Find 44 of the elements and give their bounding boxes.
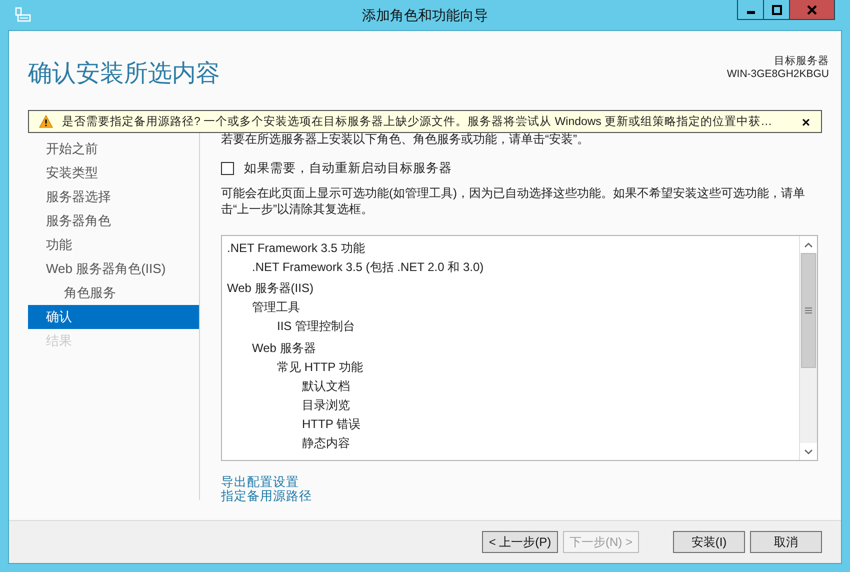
feature-item: 目录浏览 — [302, 397, 350, 414]
feature-item: .NET Framework 3.5 (包括 .NET 2.0 和 3.0) — [252, 259, 484, 276]
scroll-down-icon[interactable] — [804, 448, 813, 454]
nav-item[interactable]: 服务器选择 — [28, 185, 199, 209]
note-text: 可能会在此页面上显示可选功能(如管理工具)，因为已自动选择这些功能。如果不希望安装这些可选功能，请单击“上一步”以清除其复选框。 — [221, 185, 806, 217]
instruction-text: 若要在所选服务器上安装以下角色、角色服务或功能，请单击“安装”。 — [221, 131, 590, 147]
target-server-label: 目标服务器 — [773, 55, 829, 68]
wizard-button[interactable]: 取消 — [750, 531, 822, 553]
feature-item: IIS 管理控制台 — [277, 318, 356, 335]
nav-item[interactable]: Web 服务器角色(IIS) — [28, 257, 199, 281]
feature-item: 静态内容 — [302, 435, 350, 452]
wizard-button[interactable]: 安装(I) — [673, 531, 745, 553]
maximize-icon — [772, 4, 782, 14]
feature-item: 默认文档 — [302, 378, 350, 395]
feature-item: 管理工具 — [252, 299, 300, 316]
close-icon — [806, 4, 818, 14]
minimize-icon — [746, 10, 754, 14]
feature-item: Web 服务器 — [252, 340, 316, 357]
nav-item[interactable]: 服务器角色 — [28, 209, 199, 233]
nav-item[interactable]: 角色服务 — [28, 281, 199, 305]
feature-item: HTTP 错误 — [302, 416, 360, 433]
checkbox[interactable] — [221, 162, 234, 175]
scroll-up-icon[interactable] — [804, 242, 813, 248]
checkbox-label: 如果需要，自动重新启动目标服务器 — [244, 160, 452, 177]
nav-item[interactable]: 安装类型 — [28, 161, 199, 185]
link[interactable]: 导出配置设置 — [221, 475, 299, 489]
wizard-button[interactable]: < 上一步(P) — [482, 531, 558, 553]
scrollbar-thumb[interactable] — [801, 253, 816, 368]
close-button[interactable]: × — [798, 114, 813, 130]
link[interactable]: 指定备用源路径 — [221, 489, 312, 503]
target-server-name: WIN-3GE8GH2KBGU — [726, 68, 829, 81]
minimize-button[interactable] — [737, 0, 764, 20]
feature-item: 常见 HTTP 功能 — [277, 359, 363, 376]
feature-item: .NET Framework 3.5 功能 — [227, 240, 365, 257]
warning-icon — [39, 115, 53, 128]
page-title: 确认安装所选内容 — [28, 59, 220, 89]
nav-item[interactable]: 确认 — [28, 305, 199, 329]
window-title: 添加角色和功能向导 — [362, 7, 488, 25]
close-button[interactable] — [789, 0, 835, 20]
wizard-icon — [15, 7, 31, 23]
nav-item[interactable]: 开始之前 — [28, 137, 199, 161]
warning-text: 是否需要指定备用源路径? 一个或多个安装选项在目标服务器上缺少源文件。服务器将尝试从 Windows 更新或组策略指定的位置中获… — [62, 114, 774, 129]
feature-item: Web 服务器(IIS) — [227, 280, 314, 297]
nav-item[interactable]: 功能 — [28, 233, 199, 257]
